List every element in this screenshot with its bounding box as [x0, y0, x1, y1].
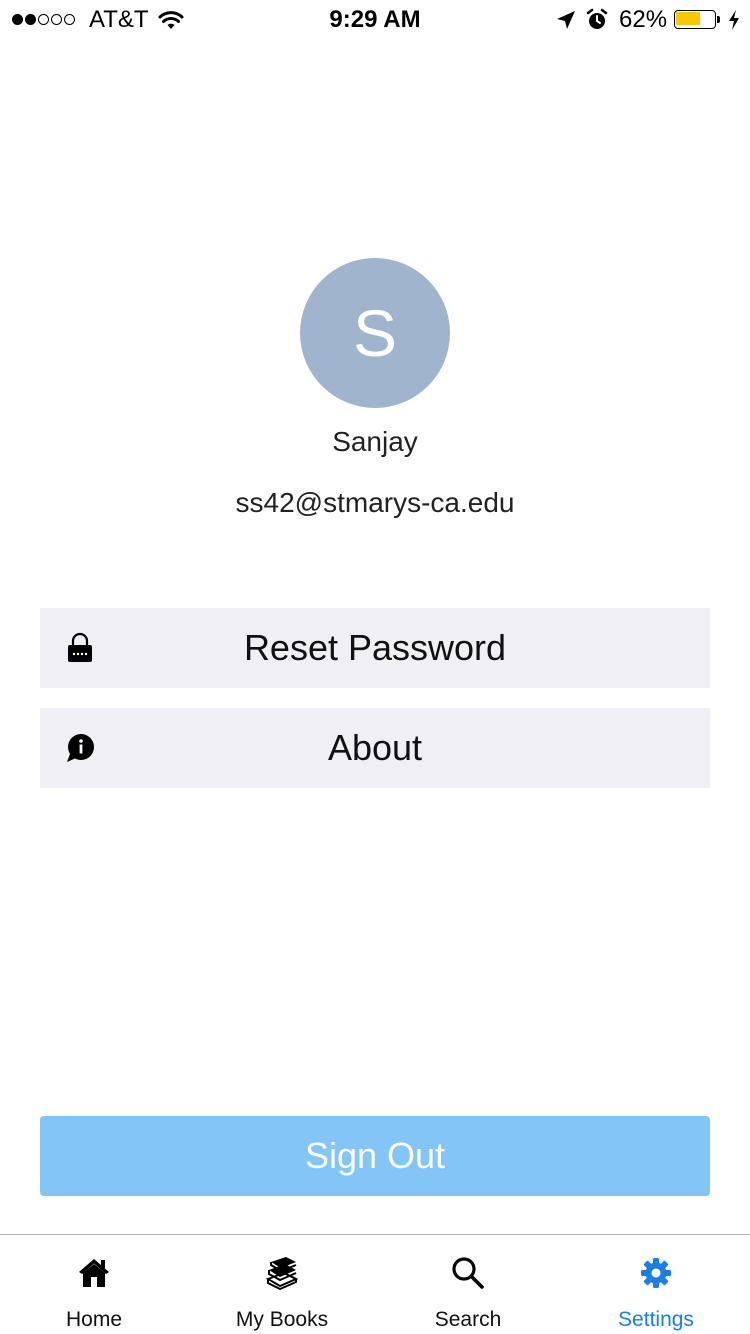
gear-icon [641, 1258, 671, 1288]
user-name: Sanjay [332, 426, 418, 457]
tab-home-label: Home [65, 1308, 123, 1331]
reset-password-label: Reset Password [243, 627, 507, 668]
tab-settings-label: Settings [618, 1308, 694, 1331]
reset-password-button[interactable]: Reset Password [40, 608, 710, 688]
search-icon [452, 1257, 484, 1289]
tab-search-label: Search [434, 1308, 502, 1331]
books-icon [265, 1257, 299, 1291]
tab-my-books-label: My Books [235, 1308, 329, 1331]
sign-out-label: Sign Out [304, 1135, 446, 1176]
tab-home[interactable]: Home [0, 1235, 188, 1334]
battery-icon [674, 10, 722, 31]
tab-my-books[interactable]: My Books [188, 1235, 376, 1334]
info-bubble-icon [67, 734, 94, 762]
tab-search[interactable]: Search [374, 1235, 562, 1334]
home-icon [79, 1259, 109, 1287]
user-email: ss42@stmarys-ca.edu [235, 487, 515, 518]
lock-icon [68, 632, 92, 662]
status-bar: AT&T 9:29 AM 62% [0, 0, 750, 40]
about-label: About [327, 727, 423, 768]
avatar: S [300, 258, 450, 408]
charging-bolt-icon [729, 10, 739, 30]
alarm-icon [586, 8, 608, 29]
tab-settings[interactable]: Settings [562, 1235, 750, 1334]
about-button[interactable]: About [40, 708, 710, 788]
avatar-initial: S [352, 296, 398, 370]
location-arrow-icon [557, 11, 575, 29]
sign-out-button[interactable]: Sign Out [40, 1116, 710, 1196]
battery-percentage: 62% [619, 6, 668, 33]
tab-bar: Home My Books Search Settings [0, 1234, 750, 1334]
